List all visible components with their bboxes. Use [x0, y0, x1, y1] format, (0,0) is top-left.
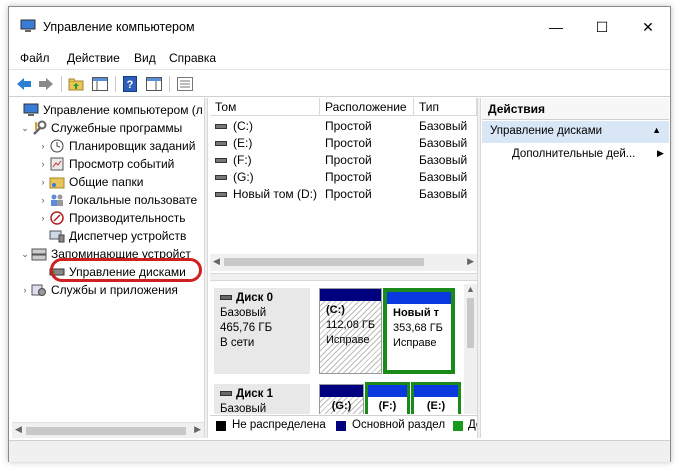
partition-e[interactable]: (E:) — [411, 382, 461, 414]
tree-item-event-viewer[interactable]: › Просмотр событий — [37, 155, 175, 173]
tree-horizontal-scrollbar[interactable]: ◀ ▶ — [12, 422, 204, 438]
more-actions-item[interactable]: Дополнительные дей... ▶ — [512, 148, 664, 160]
computer-management-icon — [20, 19, 36, 33]
partition-f[interactable]: (F:) — [365, 382, 410, 414]
actions-header: Действия — [482, 98, 669, 120]
maximize-button[interactable]: ☐ — [579, 7, 625, 47]
disk-icon — [220, 391, 232, 397]
title-bar: Управление компьютером — ☐ ✕ — [9, 7, 670, 47]
shared-folder-icon — [49, 174, 65, 190]
disk-graph-view: Диск 0 Базовый 465,76 ГБ В сети (C:) 112… — [210, 282, 477, 414]
volume-list: Том Расположение Тип (C:) Простой Базовы… — [210, 98, 477, 273]
volume-icon — [215, 124, 227, 130]
console-tree-icon[interactable] — [91, 75, 109, 93]
volume-icon — [215, 158, 227, 164]
disk-0-label[interactable]: Диск 0 Базовый 465,76 ГБ В сети — [214, 288, 310, 374]
chevron-down-icon[interactable]: ⌄ — [19, 123, 31, 134]
disk-management-highlight — [50, 258, 202, 282]
list-icon[interactable] — [176, 75, 194, 93]
tree-item-performance[interactable]: › Производительность — [37, 209, 186, 227]
tree-item-device-manager[interactable]: Диспетчер устройств — [37, 227, 186, 245]
tree-item-system-tools[interactable]: ⌄ Служебные программы — [19, 119, 182, 137]
tree-item-task-scheduler[interactable]: › Планировщик заданий — [37, 137, 196, 155]
disk-graph-vertical-scrollbar[interactable]: ▲ — [464, 284, 477, 414]
clock-icon — [49, 138, 65, 154]
tree-splitter[interactable] — [204, 98, 208, 438]
disk-icon — [220, 295, 232, 301]
partition-g[interactable]: (G:) — [319, 384, 364, 414]
column-header-type[interactable]: Тип — [414, 98, 477, 116]
chevron-right-icon[interactable]: › — [37, 159, 49, 169]
properties-icon[interactable] — [145, 75, 163, 93]
users-icon — [49, 192, 65, 208]
main-window: Управление компьютером — ☐ ✕ Файл Действ… — [8, 6, 671, 462]
event-viewer-icon — [49, 156, 65, 172]
volume-icon — [215, 141, 227, 147]
storage-icon — [31, 246, 47, 262]
menu-bar: Файл Действие Вид Справка — [9, 47, 670, 69]
collapse-arrow-icon[interactable]: ▲ — [652, 125, 661, 135]
toolbar: ? — [9, 69, 670, 97]
menu-action[interactable]: Действие — [67, 51, 120, 65]
disk-legend: Не распределена Основной раздел До — [210, 415, 477, 437]
actions-section-disk-management[interactable]: Управление дисками ▲ — [482, 121, 669, 143]
tools-icon — [31, 120, 47, 136]
minimize-button[interactable]: — — [533, 7, 579, 47]
close-button[interactable]: ✕ — [625, 7, 671, 47]
legend-swatch-unallocated — [216, 421, 226, 431]
chevron-right-icon[interactable]: › — [37, 141, 49, 151]
volume-icon — [215, 192, 227, 198]
tree-item-shared-folders[interactable]: › Общие папки — [37, 173, 144, 191]
computer-management-icon — [23, 102, 39, 118]
tree-item-services[interactable]: › Службы и приложения — [19, 281, 178, 299]
chevron-right-icon[interactable]: › — [37, 195, 49, 205]
forward-arrow-icon[interactable] — [37, 75, 55, 93]
tree-item-local-users[interactable]: › Локальные пользовате — [37, 191, 198, 209]
menu-view[interactable]: Вид — [134, 51, 156, 65]
menu-help[interactable]: Справка — [169, 51, 216, 65]
actions-pane: Действия Управление дисками ▲ Дополнител… — [482, 98, 669, 438]
volume-list-horizontal-scrollbar[interactable]: ◀ ▶ — [210, 254, 477, 271]
list-graph-splitter[interactable] — [210, 273, 477, 281]
menu-file[interactable]: Файл — [20, 51, 50, 65]
chevron-right-icon[interactable]: › — [37, 213, 49, 223]
disk-1-label[interactable]: Диск 1 Базовый — [214, 384, 310, 414]
chevron-right-icon[interactable]: › — [19, 285, 31, 295]
column-header-volume[interactable]: Том — [210, 98, 320, 116]
svg-text:?: ? — [127, 79, 134, 91]
submenu-arrow-icon: ▶ — [657, 148, 664, 158]
help-icon[interactable]: ? — [121, 75, 139, 93]
partition-c[interactable]: (C:) 112,08 ГБ Исправе — [319, 288, 382, 374]
legend-swatch-extended — [453, 421, 463, 431]
actions-splitter[interactable] — [477, 98, 481, 438]
back-arrow-icon[interactable] — [15, 75, 33, 93]
up-folder-icon[interactable] — [67, 75, 85, 93]
services-icon — [31, 282, 47, 298]
column-header-layout[interactable]: Расположение — [320, 98, 414, 116]
volume-icon — [215, 175, 227, 181]
performance-icon — [49, 210, 65, 226]
chevron-right-icon[interactable]: › — [37, 177, 49, 187]
window-title: Управление компьютером — [43, 20, 195, 34]
chevron-down-icon[interactable]: ⌄ — [19, 249, 31, 260]
status-bar — [9, 440, 670, 462]
tree-item-root[interactable]: Управление компьютером (л — [11, 101, 203, 119]
legend-swatch-primary — [336, 421, 346, 431]
partition-d-new-volume[interactable]: Новый т 353,68 ГБ Исправе — [383, 288, 455, 374]
device-manager-icon — [49, 228, 65, 244]
